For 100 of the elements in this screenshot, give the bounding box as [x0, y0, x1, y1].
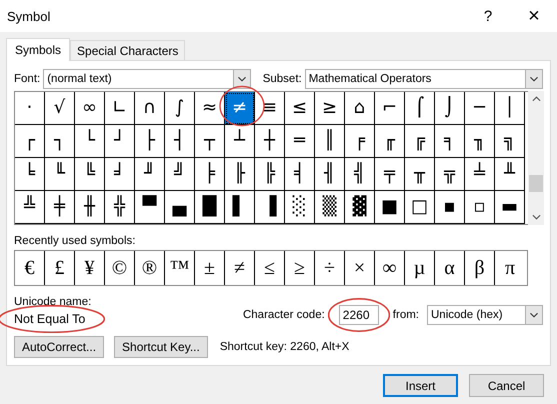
symbol-cell[interactable]: ▀: [135, 191, 165, 224]
symbol-cell[interactable]: ╪: [45, 191, 75, 224]
symbol-cell[interactable]: ┬: [195, 125, 225, 158]
symbol-cell[interactable]: ≥: [315, 92, 345, 125]
symbol-cell[interactable]: π: [495, 251, 525, 285]
symbol-cell[interactable]: β: [465, 251, 495, 285]
font-dropdown[interactable]: (normal text): [43, 69, 251, 89]
symbol-cell[interactable]: ×: [345, 251, 375, 285]
symbol-cell[interactable]: ┼: [255, 125, 285, 158]
shortcut-key-button[interactable]: Shortcut Key...: [114, 336, 208, 358]
symbol-cell[interactable]: ╕: [435, 125, 465, 158]
symbol-cell[interactable]: €: [15, 251, 45, 285]
symbol-cell[interactable]: ∫: [165, 92, 195, 125]
symbol-cell[interactable]: ╤: [375, 158, 405, 191]
symbol-cell[interactable]: ╙: [45, 158, 75, 191]
close-button[interactable]: ×: [511, 1, 557, 31]
symbol-cell[interactable]: ╖: [465, 125, 495, 158]
symbol-cell[interactable]: ≡: [255, 92, 285, 125]
symbol-cell[interactable]: ⌂: [345, 92, 375, 125]
symbol-cell[interactable]: ▓: [345, 191, 375, 224]
symbol-cell[interactable]: ╚: [75, 158, 105, 191]
autocorrect-button[interactable]: AutoCorrect...: [14, 336, 104, 358]
scrollbar[interactable]: [528, 91, 544, 225]
scroll-down-icon: [532, 213, 540, 221]
symbol-cell[interactable]: ┐: [45, 125, 75, 158]
symbol-cell[interactable]: ⌠: [405, 92, 435, 125]
symbol-cell[interactable]: ≠: [225, 251, 255, 285]
symbol-cell[interactable]: ▄: [165, 191, 195, 224]
symbol-cell[interactable]: ®: [135, 251, 165, 285]
symbol-cell[interactable]: ≤: [255, 251, 285, 285]
symbol-cell[interactable]: ╬: [105, 191, 135, 224]
symbol-cell[interactable]: ╠: [255, 158, 285, 191]
symbol-cell[interactable]: ╔: [405, 125, 435, 158]
symbol-cell[interactable]: ╒: [345, 125, 375, 158]
symbol-cell[interactable]: ╡: [285, 158, 315, 191]
symbol-cell[interactable]: ±: [195, 251, 225, 285]
symbol-cell[interactable]: ▪: [435, 191, 465, 224]
symbol-cell[interactable]: ■: [375, 191, 405, 224]
symbol-cell[interactable]: ░: [285, 191, 315, 224]
symbol-cell[interactable]: α: [435, 251, 465, 285]
symbol-cell[interactable]: ╨: [495, 158, 525, 191]
subset-dropdown[interactable]: Mathematical Operators: [304, 69, 543, 89]
symbol-cell[interactable]: █: [195, 191, 225, 224]
symbol-cell[interactable]: ╓: [375, 125, 405, 158]
symbol-cell[interactable]: ╣: [345, 158, 375, 191]
symbol-cell[interactable]: ▐: [255, 191, 285, 224]
symbol-cell[interactable]: ∟: [105, 92, 135, 125]
symbol-cell[interactable]: ╧: [465, 158, 495, 191]
symbol-cell[interactable]: ©: [105, 251, 135, 285]
symbol-cell[interactable]: ⌡: [435, 92, 465, 125]
symbol-cell[interactable]: ▬: [495, 191, 525, 224]
symbol-cell[interactable]: ╥: [405, 158, 435, 191]
symbol-cell[interactable]: ╫: [75, 191, 105, 224]
symbol-cell[interactable]: ├: [135, 125, 165, 158]
symbol-cell[interactable]: ∞: [375, 251, 405, 285]
tab[interactable]: Special Characters: [70, 40, 186, 60]
symbol-cell[interactable]: ⌐: [375, 92, 405, 125]
symbol-cell[interactable]: ▒: [315, 191, 345, 224]
symbol-cell[interactable]: ≤: [285, 92, 315, 125]
dialog-button[interactable]: Insert: [383, 374, 458, 397]
symbol-cell[interactable]: √: [45, 92, 75, 125]
symbol-cell[interactable]: µ: [405, 251, 435, 285]
unicode-name: Not Equal To: [14, 312, 86, 326]
symbol-cell[interactable]: ╢: [315, 158, 345, 191]
symbol-cell[interactable]: ▫: [465, 191, 495, 224]
symbol-cell[interactable]: ╟: [225, 158, 255, 191]
symbol-cell[interactable]: ═: [285, 125, 315, 158]
symbol-cell[interactable]: ∞: [75, 92, 105, 125]
symbol-cell[interactable]: £: [45, 251, 75, 285]
symbol-cell[interactable]: ≥: [285, 251, 315, 285]
help-button[interactable]: ?: [465, 1, 511, 31]
tab[interactable]: Symbols: [6, 38, 70, 61]
symbol-cell[interactable]: ┴: [225, 125, 255, 158]
symbol-cell[interactable]: ╦: [435, 158, 465, 191]
symbol-cell[interactable]: ∩: [135, 92, 165, 125]
symbol-cell[interactable]: ™: [165, 251, 195, 285]
symbol-cell[interactable]: ┤: [165, 125, 195, 158]
symbol-cell[interactable]: ║: [315, 125, 345, 158]
symbol-cell[interactable]: ╞: [195, 158, 225, 191]
symbol-cell[interactable]: ╜: [135, 158, 165, 191]
symbol-cell[interactable]: ╛: [105, 158, 135, 191]
symbol-cell[interactable]: │: [495, 92, 525, 125]
symbol-cell[interactable]: ▌: [225, 191, 255, 224]
symbol-cell[interactable]: ┌: [15, 125, 45, 158]
symbol-cell[interactable]: ¥: [75, 251, 105, 285]
symbol-cell[interactable]: ╝: [165, 158, 195, 191]
symbol-cell[interactable]: □: [405, 191, 435, 224]
dialog-button[interactable]: Cancel: [469, 374, 544, 397]
symbol-cell[interactable]: ╩: [15, 191, 45, 224]
from-dropdown[interactable]: Unicode (hex): [427, 305, 543, 325]
symbol-cell[interactable]: ╘: [15, 158, 45, 191]
symbol-cell[interactable]: └: [75, 125, 105, 158]
symbol-cell[interactable]: ╗: [495, 125, 525, 158]
scroll-thumb[interactable]: [529, 175, 543, 192]
symbol-cell[interactable]: ≠: [225, 92, 255, 125]
symbol-cell[interactable]: ÷: [315, 251, 345, 285]
character-code-field[interactable]: 2260: [338, 305, 379, 325]
symbol-cell[interactable]: ·: [15, 92, 45, 125]
symbol-cell[interactable]: ─: [465, 92, 495, 125]
symbol-cell[interactable]: ┘: [105, 125, 135, 158]
